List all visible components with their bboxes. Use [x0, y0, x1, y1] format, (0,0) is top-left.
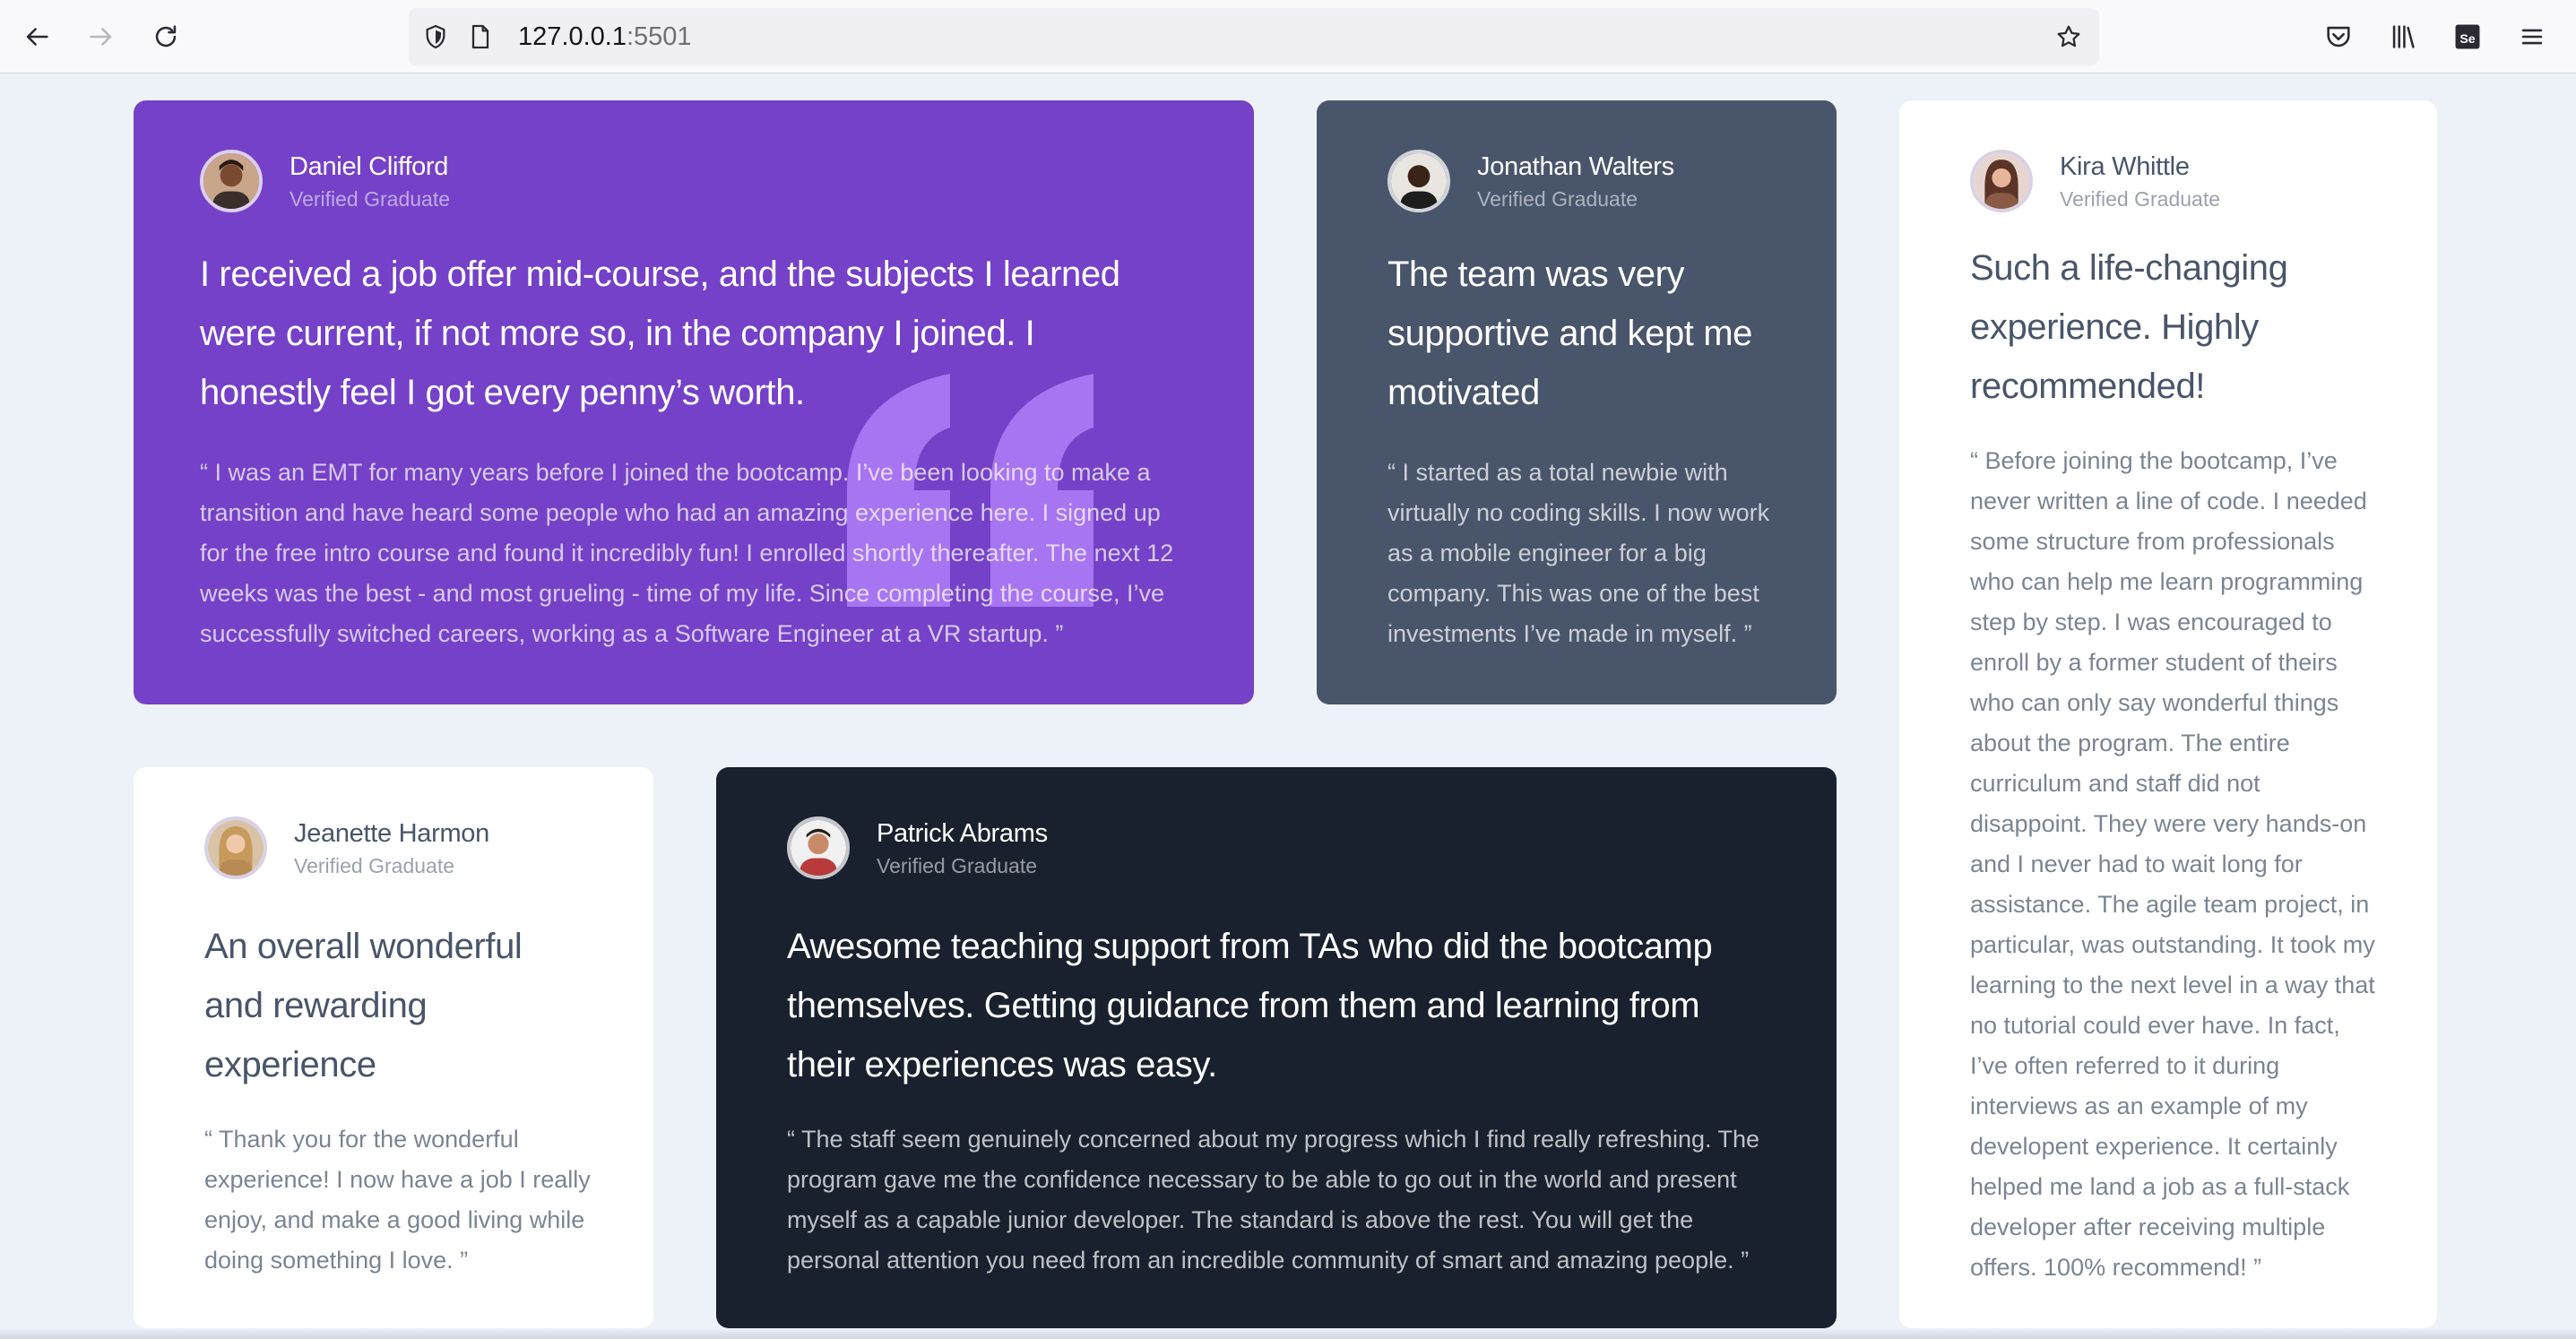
author-name: Patrick Abrams	[877, 819, 1048, 848]
author-role: Verified Graduate	[2060, 187, 2221, 211]
author-name: Jonathan Walters	[1477, 152, 1674, 181]
avatar-image	[1391, 153, 1447, 209]
author-name: Kira Whittle	[2060, 152, 2190, 181]
author: Patrick Abrams Verified Graduate	[787, 816, 1048, 879]
avatar	[1387, 150, 1450, 212]
avatar-image	[1974, 153, 2029, 209]
avatar-image	[791, 820, 846, 876]
library-button[interactable]	[2381, 14, 2425, 59]
testimonial-headline: I received a job offer mid-course, and t…	[200, 255, 1120, 412]
testimonial-card-jonathan: Jonathan Walters Verified Graduate The t…	[1317, 100, 1837, 704]
author: Kira Whittle Verified Graduate	[1970, 150, 2220, 212]
author-role: Verified Graduate	[294, 854, 455, 877]
selenium-icon: Se	[2455, 24, 2480, 49]
author: Daniel Clifford Verified Graduate	[200, 150, 450, 212]
arrow-left-icon	[26, 28, 48, 46]
back-button[interactable]	[14, 14, 59, 59]
testimonial-card-daniel: Daniel Clifford Verified Graduate I rece…	[134, 100, 1254, 704]
testimonial-body: “ I started as a total newbie with virtu…	[1387, 459, 1770, 647]
testimonial-body: “ Before joining the bootcamp, I’ve neve…	[1970, 447, 2375, 1281]
pocket-button[interactable]	[2316, 14, 2361, 59]
testimonial-headline: Such a life-changing experience. Highly …	[1970, 248, 2288, 406]
testimonial-headline: Awesome teaching support from TAs who di…	[787, 927, 1713, 1084]
menu-button[interactable]	[2510, 14, 2554, 59]
address-bar[interactable]: 127.0.0.1:5501	[409, 8, 2099, 65]
avatar	[204, 816, 267, 879]
avatar-image	[208, 820, 264, 876]
author-name: Jeanette Harmon	[294, 819, 489, 848]
avatar	[1970, 150, 2033, 212]
avatar	[200, 150, 263, 212]
shield-icon[interactable]	[419, 21, 452, 53]
author: Jonathan Walters Verified Graduate	[1387, 150, 1674, 212]
page-icon	[464, 21, 497, 53]
browser-toolbar: 127.0.0.1:5501 Se	[0, 0, 2576, 73]
avatar	[787, 816, 850, 879]
library-icon	[2392, 25, 2415, 48]
testimonial-headline: An overall wonderful and rewarding exper…	[204, 927, 523, 1084]
selenium-extension-button[interactable]: Se	[2445, 14, 2490, 59]
testimonial-card-kira: Kira Whittle Verified Graduate Such a li…	[1899, 100, 2437, 1328]
url-port: :5501	[626, 22, 692, 51]
arrow-right-icon	[90, 28, 112, 46]
testimonial-body: “ The staff seem genuinely concerned abo…	[787, 1126, 1760, 1274]
author-role: Verified Graduate	[290, 187, 451, 211]
forward-button[interactable]	[79, 14, 124, 59]
author: Jeanette Harmon Verified Graduate	[204, 816, 489, 879]
author-name: Daniel Clifford	[290, 152, 449, 181]
reload-icon	[155, 25, 177, 48]
testimonial-card-patrick: Patrick Abrams Verified Graduate Awesome…	[716, 767, 1837, 1328]
hamburger-menu-icon	[2521, 29, 2543, 45]
author-role: Verified Graduate	[877, 854, 1038, 877]
testimonial-card-jeanette: Jeanette Harmon Verified Graduate An ove…	[134, 767, 653, 1328]
author-role: Verified Graduate	[1477, 187, 1638, 211]
url-text[interactable]: 127.0.0.1:5501	[518, 22, 692, 51]
url-host: 127.0.0.1	[518, 22, 627, 51]
bookmark-star-icon[interactable]	[2053, 21, 2085, 53]
avatar-image	[203, 153, 259, 209]
testimonial-headline: The team was very supportive and kept me…	[1387, 255, 1753, 412]
testimonial-body: “ I was an EMT for many years before I j…	[200, 459, 1174, 647]
page-bottom-shadow	[0, 1328, 2576, 1339]
reload-button[interactable]	[143, 14, 188, 59]
svg-text:Se: Se	[2459, 32, 2475, 47]
pocket-icon	[2327, 26, 2350, 48]
testimonial-body: “ Thank you for the wonderful experience…	[204, 1126, 591, 1274]
